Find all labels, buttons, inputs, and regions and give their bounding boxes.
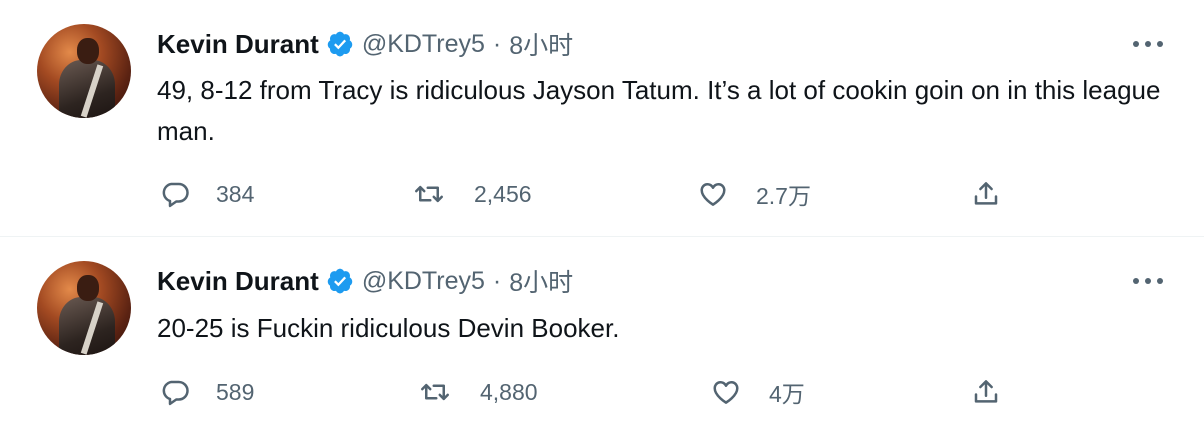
tweet-feed: Kevin Durant @KDTrey5 · 8小时 49, 8-12 fro… — [0, 0, 1204, 438]
like-button[interactable]: 2.7万 — [698, 174, 811, 214]
share-button[interactable] — [971, 372, 1001, 412]
tweet-text: 49, 8-12 from Tracy is ridiculous Jayson… — [157, 75, 1161, 146]
reply-button[interactable]: 384 — [160, 174, 254, 214]
tweet[interactable]: Kevin Durant @KDTrey5 · 8小时 49, 8-12 fro… — [0, 0, 1204, 236]
retweet-icon — [421, 383, 449, 401]
reply-icon — [162, 182, 189, 208]
retweet-icon — [415, 185, 443, 203]
retweet-button[interactable]: 4,880 — [420, 372, 538, 412]
retweet-count: 2,456 — [474, 180, 532, 207]
separator-dot: · — [492, 266, 502, 295]
like-icon — [713, 380, 739, 404]
author-handle[interactable]: @KDTrey5 — [362, 267, 485, 296]
reply-count: 589 — [216, 378, 255, 405]
timestamp[interactable]: 8小时 — [509, 263, 573, 299]
avatar[interactable] — [37, 24, 131, 118]
share-button[interactable] — [971, 174, 1001, 214]
separator-dot: · — [492, 29, 502, 58]
author-name[interactable]: Kevin Durant — [157, 29, 319, 60]
reply-button[interactable]: 589 — [160, 372, 254, 412]
like-count: 4万 — [769, 381, 805, 407]
avatar-figure-head — [77, 275, 99, 301]
avatar[interactable] — [37, 261, 131, 355]
tweet-header: Kevin Durant @KDTrey5 · 8小时 — [157, 263, 573, 299]
reply-count: 384 — [216, 180, 255, 207]
verified-badge-icon — [327, 268, 353, 294]
author-name[interactable]: Kevin Durant — [157, 266, 319, 297]
tweet-text: 20-25 is Fuckin ridiculous Devin Booker. — [157, 313, 620, 343]
retweet-count: 4,880 — [480, 378, 538, 405]
retweet-button[interactable]: 2,456 — [414, 174, 532, 214]
tweet-actions: 384 2,456 2.7万 — [0, 174, 1204, 214]
share-icon — [974, 380, 998, 403]
tweet-header: Kevin Durant @KDTrey5 · 8小时 — [157, 26, 573, 62]
timestamp[interactable]: 8小时 — [509, 26, 573, 62]
more-icon[interactable] — [1131, 275, 1165, 287]
more-icon[interactable] — [1131, 38, 1165, 50]
reply-icon — [162, 380, 189, 406]
avatar-figure-head — [77, 38, 99, 64]
like-icon — [700, 182, 726, 206]
tweet-actions: 589 4,880 4万 — [0, 372, 1204, 412]
share-icon — [974, 182, 998, 205]
like-button[interactable]: 4万 — [711, 372, 805, 412]
tweet[interactable]: Kevin Durant @KDTrey5 · 8小时 20-25 is Fuc… — [0, 237, 1204, 438]
author-handle[interactable]: @KDTrey5 — [362, 30, 485, 59]
like-count: 2.7万 — [756, 183, 811, 209]
verified-badge-icon — [327, 31, 353, 57]
